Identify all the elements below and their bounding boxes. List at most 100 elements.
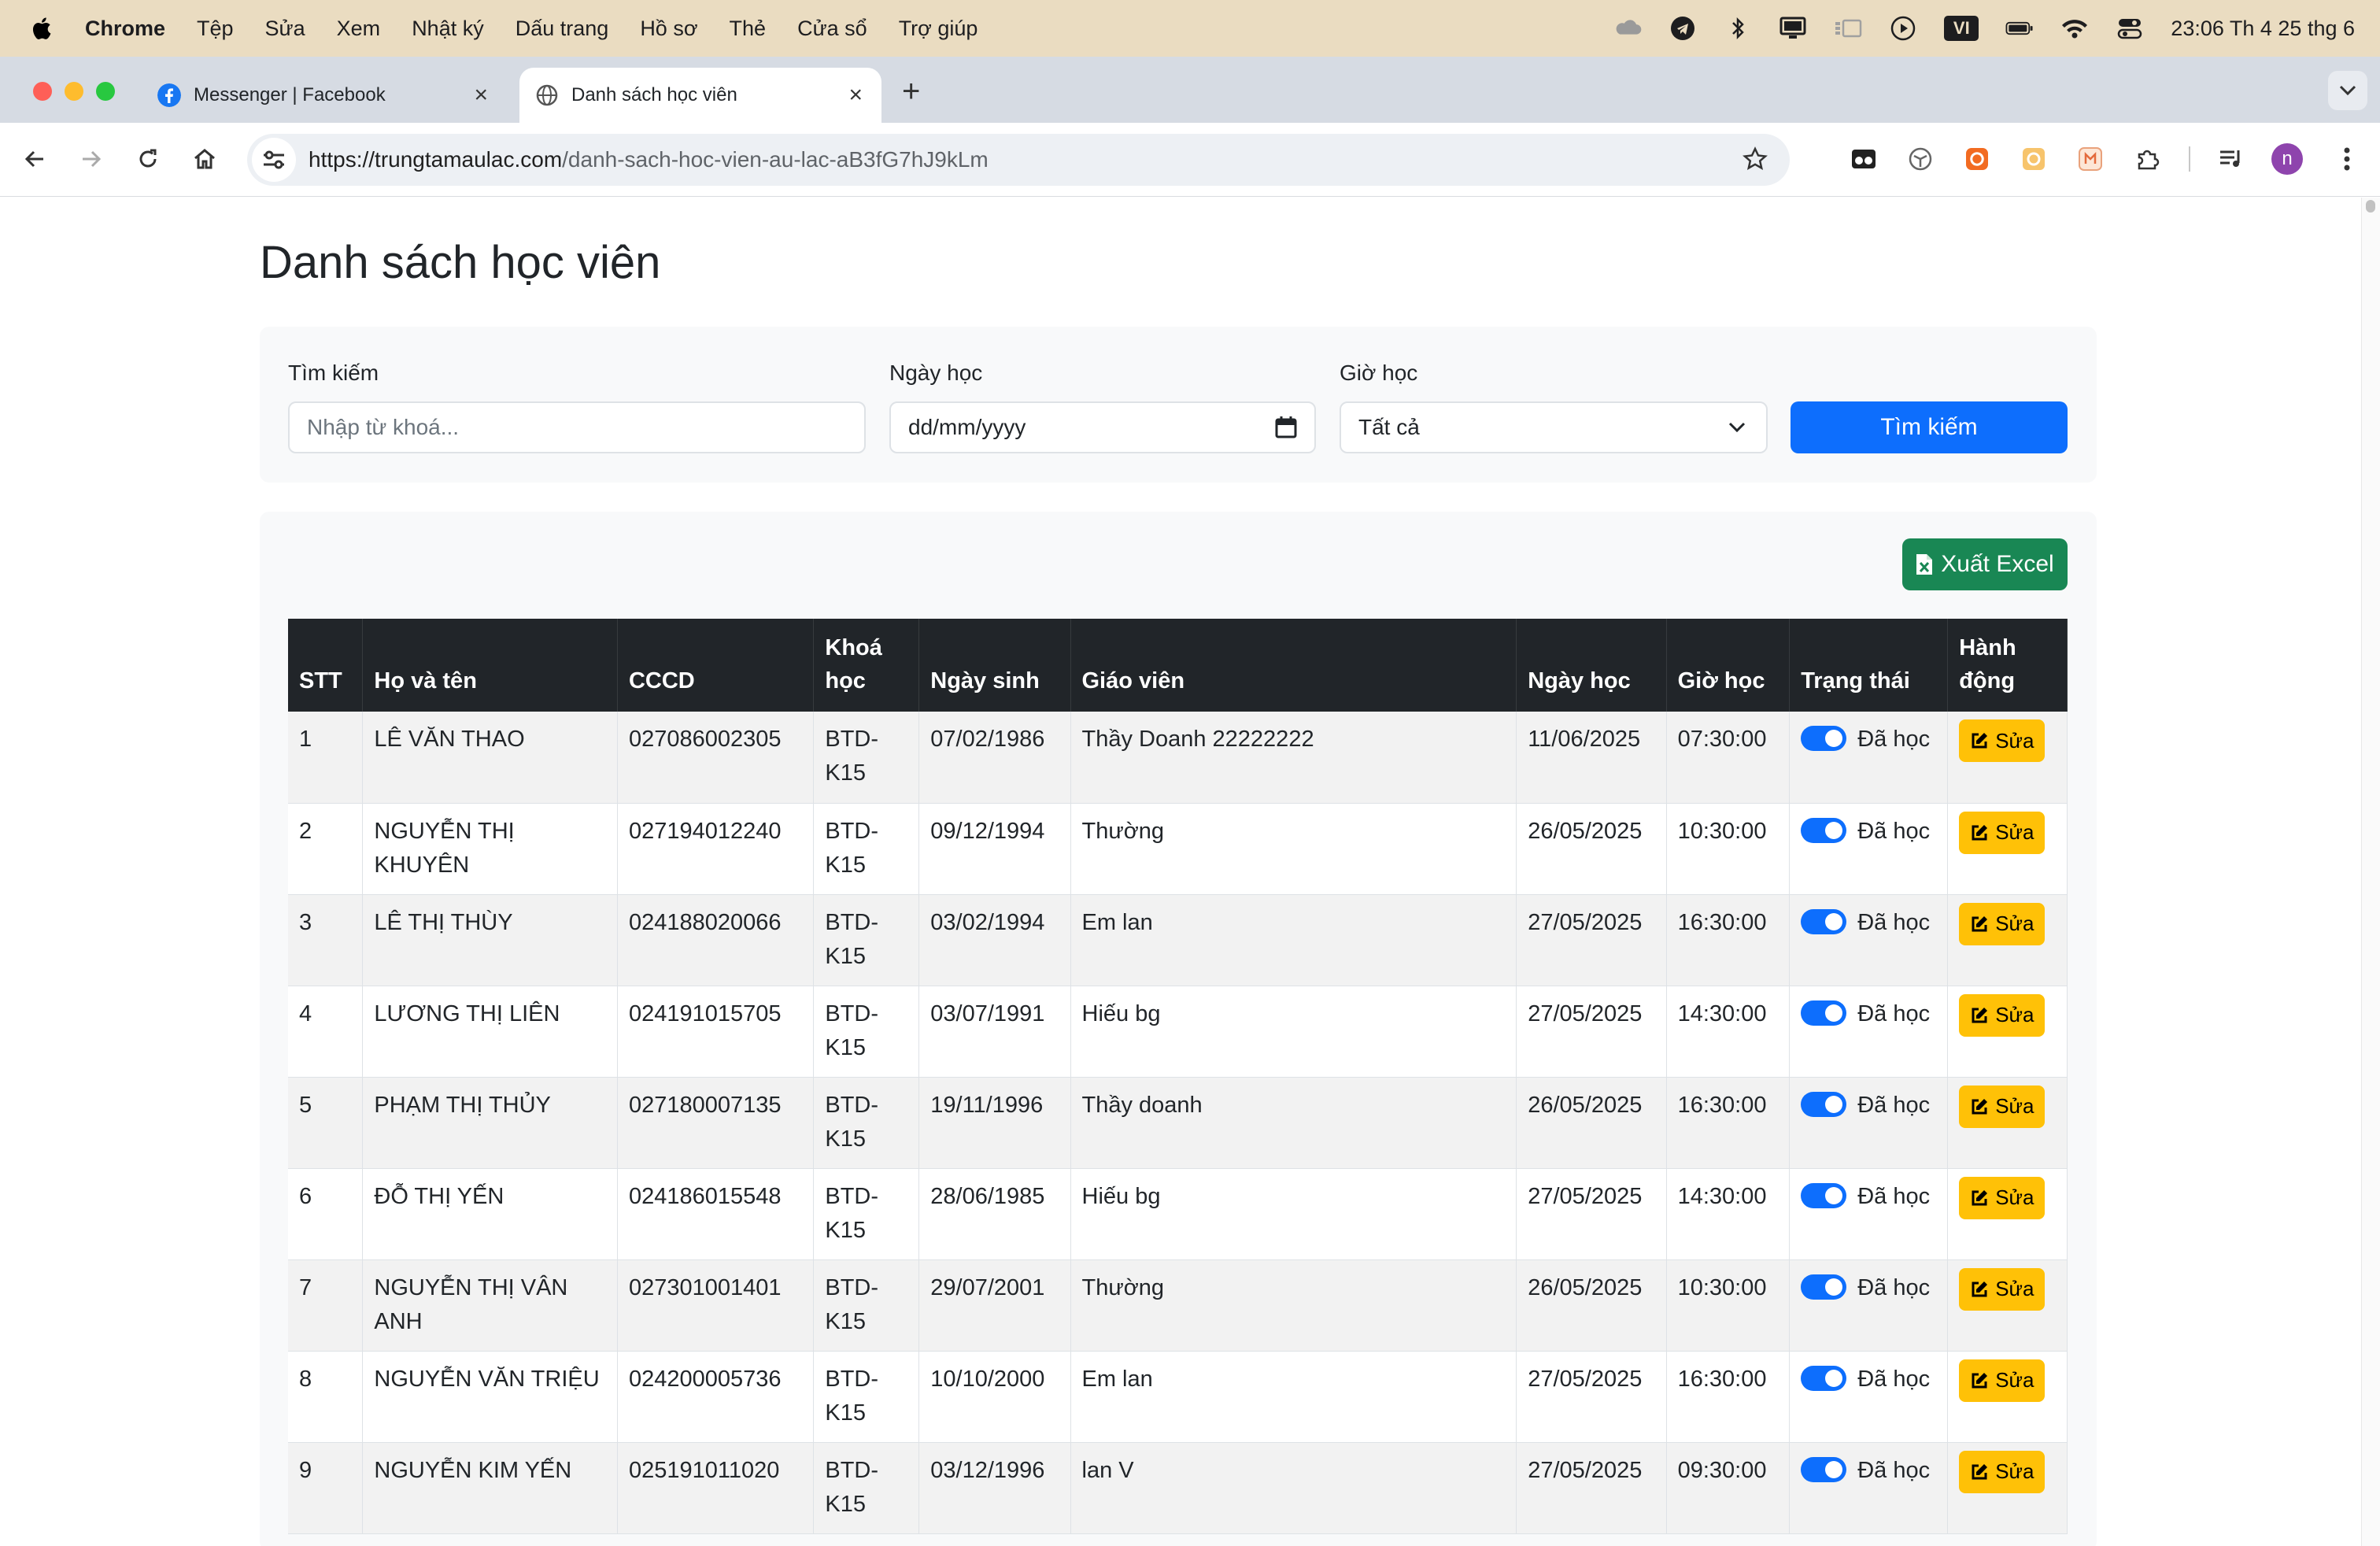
cell-date: 27/05/2025: [1516, 986, 1667, 1078]
column-header-dob[interactable]: Ngày sinh: [918, 619, 1071, 712]
star-icon[interactable]: [1743, 146, 1768, 177]
menu-item-view[interactable]: Xem: [337, 17, 381, 41]
stage-manager-icon[interactable]: [1834, 14, 1862, 43]
wifi-icon[interactable]: [2060, 14, 2089, 43]
menu-item-edit[interactable]: Sửa: [265, 17, 305, 41]
extensions-icon[interactable]: [2131, 143, 2163, 175]
export-excel-button[interactable]: Xuất Excel: [1902, 538, 2068, 590]
status-toggle[interactable]: [1801, 1365, 1847, 1391]
edit-button[interactable]: Sửa: [1959, 1085, 2046, 1128]
status-toggle[interactable]: [1801, 726, 1847, 752]
column-header-cccd[interactable]: CCCD: [617, 619, 815, 712]
cell-status: Đã học: [1789, 1077, 1949, 1169]
edit-icon: [1972, 1007, 1988, 1023]
cell-teacher: Thường: [1070, 803, 1517, 895]
extension-icon[interactable]: [2075, 143, 2106, 175]
input-source-indicator[interactable]: VI: [1944, 16, 1979, 41]
time-select[interactable]: Tất cả: [1340, 401, 1768, 453]
search-button[interactable]: Tìm kiếm: [1791, 401, 2068, 453]
menu-item-help[interactable]: Trợ giúp: [899, 17, 978, 41]
column-header-stt[interactable]: STT: [288, 619, 364, 712]
url-path: /danh-sach-hoc-vien-au-lac-aB3fG7hJ9kLm: [562, 147, 989, 172]
extension-icon[interactable]: [1905, 143, 1936, 175]
profile-avatar[interactable]: n: [2271, 143, 2303, 175]
column-header-course[interactable]: Khoá học: [813, 619, 920, 712]
status-toggle[interactable]: [1801, 1182, 1847, 1208]
reload-button[interactable]: [128, 139, 168, 179]
column-header-action[interactable]: Hành động: [1947, 619, 2068, 712]
address-bar[interactable]: https://trungtamaulac.com/danh-sach-hoc-…: [247, 134, 1790, 186]
status-toggle[interactable]: [1801, 1091, 1847, 1117]
control-center-icon[interactable]: [2116, 14, 2144, 43]
window-minimize-button[interactable]: [65, 82, 83, 101]
column-header-status[interactable]: Trạng thái: [1789, 619, 1949, 712]
edit-button[interactable]: Sửa: [1959, 1176, 2046, 1219]
cell-status: Đã học: [1789, 1259, 1949, 1352]
cell-date: 26/05/2025: [1516, 1259, 1667, 1352]
forward-icon: [83, 150, 102, 168]
column-header-date[interactable]: Ngày học: [1516, 619, 1667, 712]
cell-status: Đã học: [1789, 1168, 1949, 1260]
status-toggle[interactable]: [1801, 1456, 1847, 1482]
edit-button[interactable]: Sửa: [1959, 719, 2046, 762]
forward-button[interactable]: [71, 139, 112, 179]
menu-item-history[interactable]: Nhật ký: [412, 17, 484, 41]
menubar-clock[interactable]: 23:06 Th 4 25 thg 6: [2171, 17, 2355, 41]
cell-date: 26/05/2025: [1516, 803, 1667, 895]
menu-item-profiles[interactable]: Hồ sơ: [640, 17, 697, 41]
edit-button[interactable]: Sửa: [1959, 1450, 2046, 1493]
status-toggle[interactable]: [1801, 908, 1847, 934]
apple-icon[interactable]: [30, 16, 52, 41]
column-header-name[interactable]: Họ và tên: [362, 619, 618, 712]
scrollbar-thumb[interactable]: [2366, 200, 2375, 213]
home-button[interactable]: [184, 139, 225, 179]
edit-button[interactable]: Sửa: [1959, 811, 2046, 854]
close-icon[interactable]: ×: [474, 82, 488, 109]
bluetooth-icon[interactable]: [1724, 14, 1752, 43]
search-input[interactable]: Nhập từ khoá...: [288, 401, 866, 453]
date-input[interactable]: dd/mm/yyyy: [889, 401, 1316, 453]
edit-button[interactable]: Sửa: [1959, 1267, 2046, 1311]
menu-item-tab[interactable]: Thẻ: [730, 17, 767, 41]
column-header-teacher[interactable]: Giáo viên: [1070, 619, 1517, 712]
calendar-icon[interactable]: [1275, 416, 1297, 439]
edit-button[interactable]: Sửa: [1959, 902, 2046, 945]
status-toggle[interactable]: [1801, 1000, 1847, 1026]
menu-item-bookmarks[interactable]: Dấu trang: [516, 17, 609, 41]
cell-status: Đã học: [1789, 803, 1949, 895]
column-header-time[interactable]: Giờ học: [1666, 619, 1791, 712]
menu-app-name[interactable]: Chrome: [85, 17, 165, 41]
time-select-value: Tất cả: [1358, 415, 1420, 439]
menu-icon[interactable]: [2331, 143, 2363, 175]
edit-button[interactable]: Sửa: [1959, 1359, 2046, 1402]
new-tab-button[interactable]: +: [902, 74, 920, 109]
cell-time: 14:30:00: [1666, 986, 1791, 1078]
window-close-button[interactable]: [33, 82, 52, 101]
back-button[interactable]: [14, 139, 55, 179]
edit-button[interactable]: Sửa: [1959, 993, 2046, 1037]
tab-danh-sach[interactable]: Danh sách học viên ×: [519, 68, 881, 123]
play-icon[interactable]: [1889, 14, 1917, 43]
telegram-icon[interactable]: [1669, 14, 1697, 43]
cell-time: 10:30:00: [1666, 1259, 1791, 1352]
display-icon[interactable]: [1779, 14, 1807, 43]
url-host: https://trungtamaulac.com: [309, 147, 563, 172]
battery-icon[interactable]: [2005, 14, 2034, 43]
extension-icon[interactable]: [1848, 143, 1879, 175]
extension-icon[interactable]: [2018, 143, 2049, 175]
media-icon[interactable]: [2215, 143, 2246, 175]
extension-icon[interactable]: [1961, 143, 1993, 175]
cloud-icon[interactable]: [1613, 14, 1642, 43]
site-settings-icon[interactable]: [252, 138, 296, 182]
menu-item-file[interactable]: Tệp: [197, 17, 234, 41]
scrollbar[interactable]: [2361, 198, 2380, 1546]
edit-button-label: Sửa: [1995, 1368, 2034, 1392]
menu-item-window[interactable]: Cửa sổ: [797, 17, 867, 41]
tab-messenger[interactable]: Messenger | Facebook ×: [145, 68, 507, 123]
cell-course: BTD-K15: [813, 1259, 920, 1352]
close-icon[interactable]: ×: [848, 82, 863, 109]
status-toggle[interactable]: [1801, 817, 1847, 843]
status-toggle[interactable]: [1801, 1274, 1847, 1300]
tab-search-button[interactable]: [2328, 71, 2367, 110]
window-maximize-button[interactable]: [96, 82, 115, 101]
